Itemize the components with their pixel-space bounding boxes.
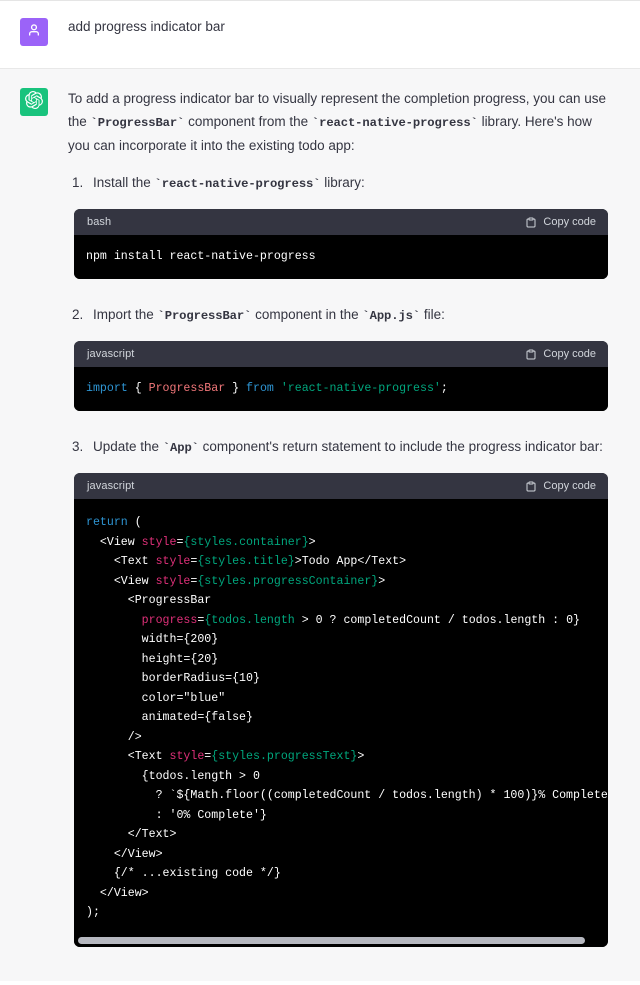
copy-code-label: Copy code <box>543 215 596 228</box>
step-1-text-1: Install the <box>93 175 155 191</box>
inline-code-step-1: `react-native-progress` <box>154 177 321 192</box>
user-message-content: add progress indicator bar <box>68 17 640 37</box>
code-block-header: bash Copy code <box>74 209 608 236</box>
inline-code-library: `react-native-progress` <box>311 116 478 131</box>
code-language-label: javascript <box>87 479 135 492</box>
copy-code-label: Copy code <box>543 347 596 360</box>
step-2-text-3: file: <box>420 307 445 323</box>
person-avatar-icon <box>26 22 42 43</box>
user-message-text: add progress indicator bar <box>68 19 225 34</box>
assistant-message-content: To add a progress indicator bar to visua… <box>68 87 640 971</box>
step-1-text-2: library: <box>320 175 365 191</box>
step-1-text: Install the `react-native-progress` libr… <box>93 171 608 199</box>
code-block-header: javascript Copy code <box>74 473 608 500</box>
intro-text-2: component from the <box>184 114 312 130</box>
user-message-row: add progress indicator bar <box>0 1 640 69</box>
assistant-avatar <box>20 88 48 116</box>
step-2-text: Import the `ProgressBar` component in th… <box>93 303 608 331</box>
code-block-body[interactable]: npm install react-native-progress <box>74 235 608 280</box>
code-content: npm install react-native-progress <box>86 250 316 264</box>
list-item: Import the `ProgressBar` component in th… <box>74 303 608 412</box>
copy-code-button[interactable]: Copy code <box>525 213 596 232</box>
user-avatar <box>20 18 48 46</box>
assistant-avatar-column <box>0 87 68 116</box>
code-block-header: javascript Copy code <box>74 341 608 368</box>
step-3-text-2: component's return statement to include … <box>198 439 603 455</box>
user-avatar-column <box>0 17 68 46</box>
copy-code-label: Copy code <box>543 479 596 492</box>
inline-code-step-2b: `App.js` <box>362 309 421 324</box>
assistant-message-row: To add a progress indicator bar to visua… <box>0 69 640 981</box>
list-item: Install the `react-native-progress` libr… <box>74 171 608 280</box>
copy-code-button[interactable]: Copy code <box>525 477 596 496</box>
inline-code-progressbar: `ProgressBar` <box>90 116 185 131</box>
inline-code-step-2a: `ProgressBar` <box>157 309 252 324</box>
clipboard-icon <box>525 480 537 493</box>
code-block-body[interactable]: return ( <View style={styles.container}>… <box>74 499 608 937</box>
step-2-text-2: component in the <box>251 307 363 323</box>
code-content: import { ProgressBar } from 'react-nativ… <box>86 382 448 396</box>
step-3-text-1: Update the <box>93 439 163 455</box>
code-content: return ( <View style={styles.container}>… <box>86 516 608 920</box>
openai-logo-icon <box>25 90 43 114</box>
code-block-body[interactable]: import { ProgressBar } from 'react-nativ… <box>74 367 608 412</box>
step-3-text: Update the `App` component's return stat… <box>93 435 608 463</box>
code-horizontal-scrollbar[interactable] <box>74 936 608 947</box>
instruction-steps-list: Install the `react-native-progress` libr… <box>68 171 608 947</box>
clipboard-icon <box>525 348 537 361</box>
list-item: Update the `App` component's return stat… <box>74 435 608 947</box>
code-language-label: javascript <box>87 347 135 360</box>
scrollbar-thumb[interactable] <box>78 936 585 944</box>
clipboard-icon <box>525 216 537 229</box>
code-block-bash: bash Copy code npm install react-native-… <box>74 209 608 280</box>
inline-code-step-3: `App` <box>162 441 199 456</box>
assistant-intro-paragraph: To add a progress indicator bar to visua… <box>68 87 608 157</box>
step-2-text-1: Import the <box>93 307 158 323</box>
code-block-javascript-import: javascript Copy code import {ProgressBa… <box>74 341 608 412</box>
code-language-label: bash <box>87 215 112 228</box>
code-block-javascript-return: javascript Copy code return (<View styl… <box>74 473 608 947</box>
chat-page: add progress indicator bar To add a prog… <box>0 0 640 981</box>
copy-code-button[interactable]: Copy code <box>525 345 596 364</box>
